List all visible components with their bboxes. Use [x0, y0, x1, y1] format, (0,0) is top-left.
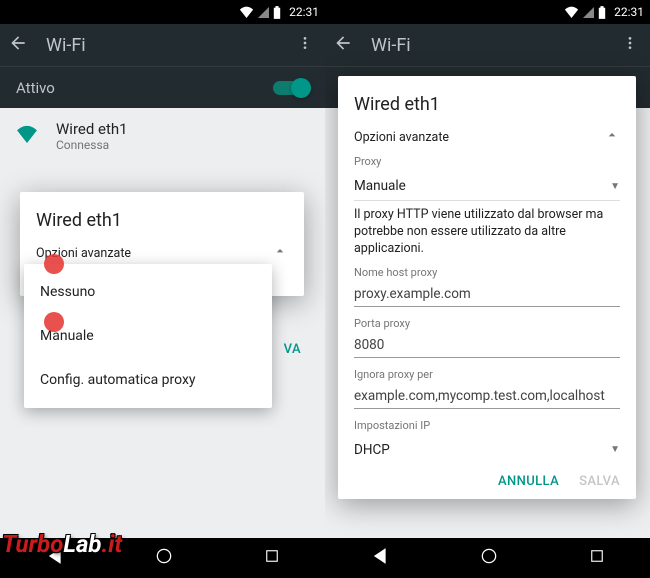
advanced-options-toggle[interactable]: Opzioni avanzate	[354, 127, 620, 147]
wifi-status-icon	[564, 6, 579, 18]
chevron-up-icon	[604, 127, 620, 147]
wifi-name: Wired eth1	[56, 120, 128, 138]
wifi-status: Connessa	[56, 138, 128, 152]
wifi-config-dialog: Wired eth1 Opzioni avanzate Proxy Manual…	[338, 76, 636, 499]
proxy-host-input[interactable]: proxy.example.com	[354, 281, 620, 307]
host-label: Nome host proxy	[354, 266, 620, 279]
app-title: Wi-Fi	[46, 35, 275, 56]
nav-recent-icon[interactable]	[263, 547, 281, 569]
dropdown-icon: ▼	[610, 181, 620, 192]
status-bar: 22:31	[325, 0, 650, 24]
status-time: 22:31	[289, 5, 319, 19]
advanced-options-toggle[interactable]: Opzioni avanzate	[36, 243, 288, 263]
battery-icon	[273, 6, 281, 19]
status-bar: 22:31	[0, 0, 325, 24]
proxy-option-manual[interactable]: Manuale	[24, 314, 272, 358]
advanced-label: Opzioni avanzate	[36, 246, 131, 261]
proxy-option-none[interactable]: Nessuno	[24, 270, 272, 314]
proxy-bypass-input[interactable]: example.com,mycomp.test.com,localhost	[354, 383, 620, 409]
nav-home-icon[interactable]	[154, 546, 174, 570]
more-icon[interactable]	[618, 31, 642, 59]
dialog-actions: ANNULLA SALVA	[354, 474, 620, 489]
signal-icon	[258, 7, 269, 18]
bypass-label: Ignora proxy per	[354, 368, 620, 381]
cancel-button[interactable]: ANNULLA	[498, 474, 559, 489]
wifi-toggle-row: Attivo	[0, 66, 325, 108]
logo-part2: Lab	[63, 530, 101, 558]
wifi-icon	[16, 125, 38, 147]
signal-icon	[583, 7, 594, 18]
chevron-up-icon	[272, 243, 288, 263]
app-bar: Wi-Fi	[325, 24, 650, 66]
dialog-title: Wired eth1	[36, 210, 288, 231]
ip-settings-label: Impostazioni IP	[354, 419, 620, 432]
ip-settings-select[interactable]: DHCP ▼	[354, 434, 620, 464]
proxy-select[interactable]: Manuale ▼	[354, 170, 620, 201]
app-bar: Wi-Fi	[0, 24, 325, 66]
screen-left: 22:31 Wi-Fi Attivo Wired eth1 Connessa W…	[0, 0, 325, 578]
wifi-status-icon	[239, 6, 254, 18]
app-title: Wi-Fi	[371, 35, 600, 56]
screen-right: 22:31 Wi-Fi Attivo Wired eth1 Opzioni av…	[325, 0, 650, 578]
advanced-label: Opzioni avanzate	[354, 130, 449, 145]
proxy-port-input[interactable]: 8080	[354, 332, 620, 358]
nav-recent-icon[interactable]	[588, 547, 606, 569]
logo-part3: .it	[102, 530, 123, 558]
proxy-label: Proxy	[354, 155, 620, 168]
more-icon[interactable]	[293, 31, 317, 59]
back-icon[interactable]	[8, 33, 28, 57]
proxy-helper-text: Il proxy HTTP viene utilizzato dal brows…	[354, 207, 620, 258]
ip-value: DHCP	[354, 442, 390, 458]
proxy-value: Manuale	[354, 178, 406, 194]
nav-back-icon[interactable]	[370, 546, 390, 570]
wifi-toggle-label: Attivo	[16, 79, 55, 97]
nav-home-icon[interactable]	[479, 546, 499, 570]
proxy-dropdown: Nessuno Manuale Config. automatica proxy	[24, 264, 272, 408]
logo-part1: Turbo	[2, 530, 63, 558]
wifi-network-item[interactable]: Wired eth1 Connessa	[0, 108, 325, 164]
back-icon[interactable]	[333, 33, 353, 57]
save-button[interactable]: SALVA	[579, 474, 620, 489]
nav-bar	[325, 538, 650, 578]
battery-icon	[598, 6, 606, 19]
dropdown-icon: ▼	[610, 444, 620, 455]
wifi-switch[interactable]	[273, 81, 309, 95]
status-time: 22:31	[614, 5, 644, 19]
dialog-title: Wired eth1	[354, 94, 620, 115]
watermark-logo: TurboLab.it	[2, 530, 122, 558]
proxy-option-auto[interactable]: Config. automatica proxy	[24, 358, 272, 402]
save-partial-label[interactable]: VA	[284, 342, 301, 357]
port-label: Porta proxy	[354, 317, 620, 330]
